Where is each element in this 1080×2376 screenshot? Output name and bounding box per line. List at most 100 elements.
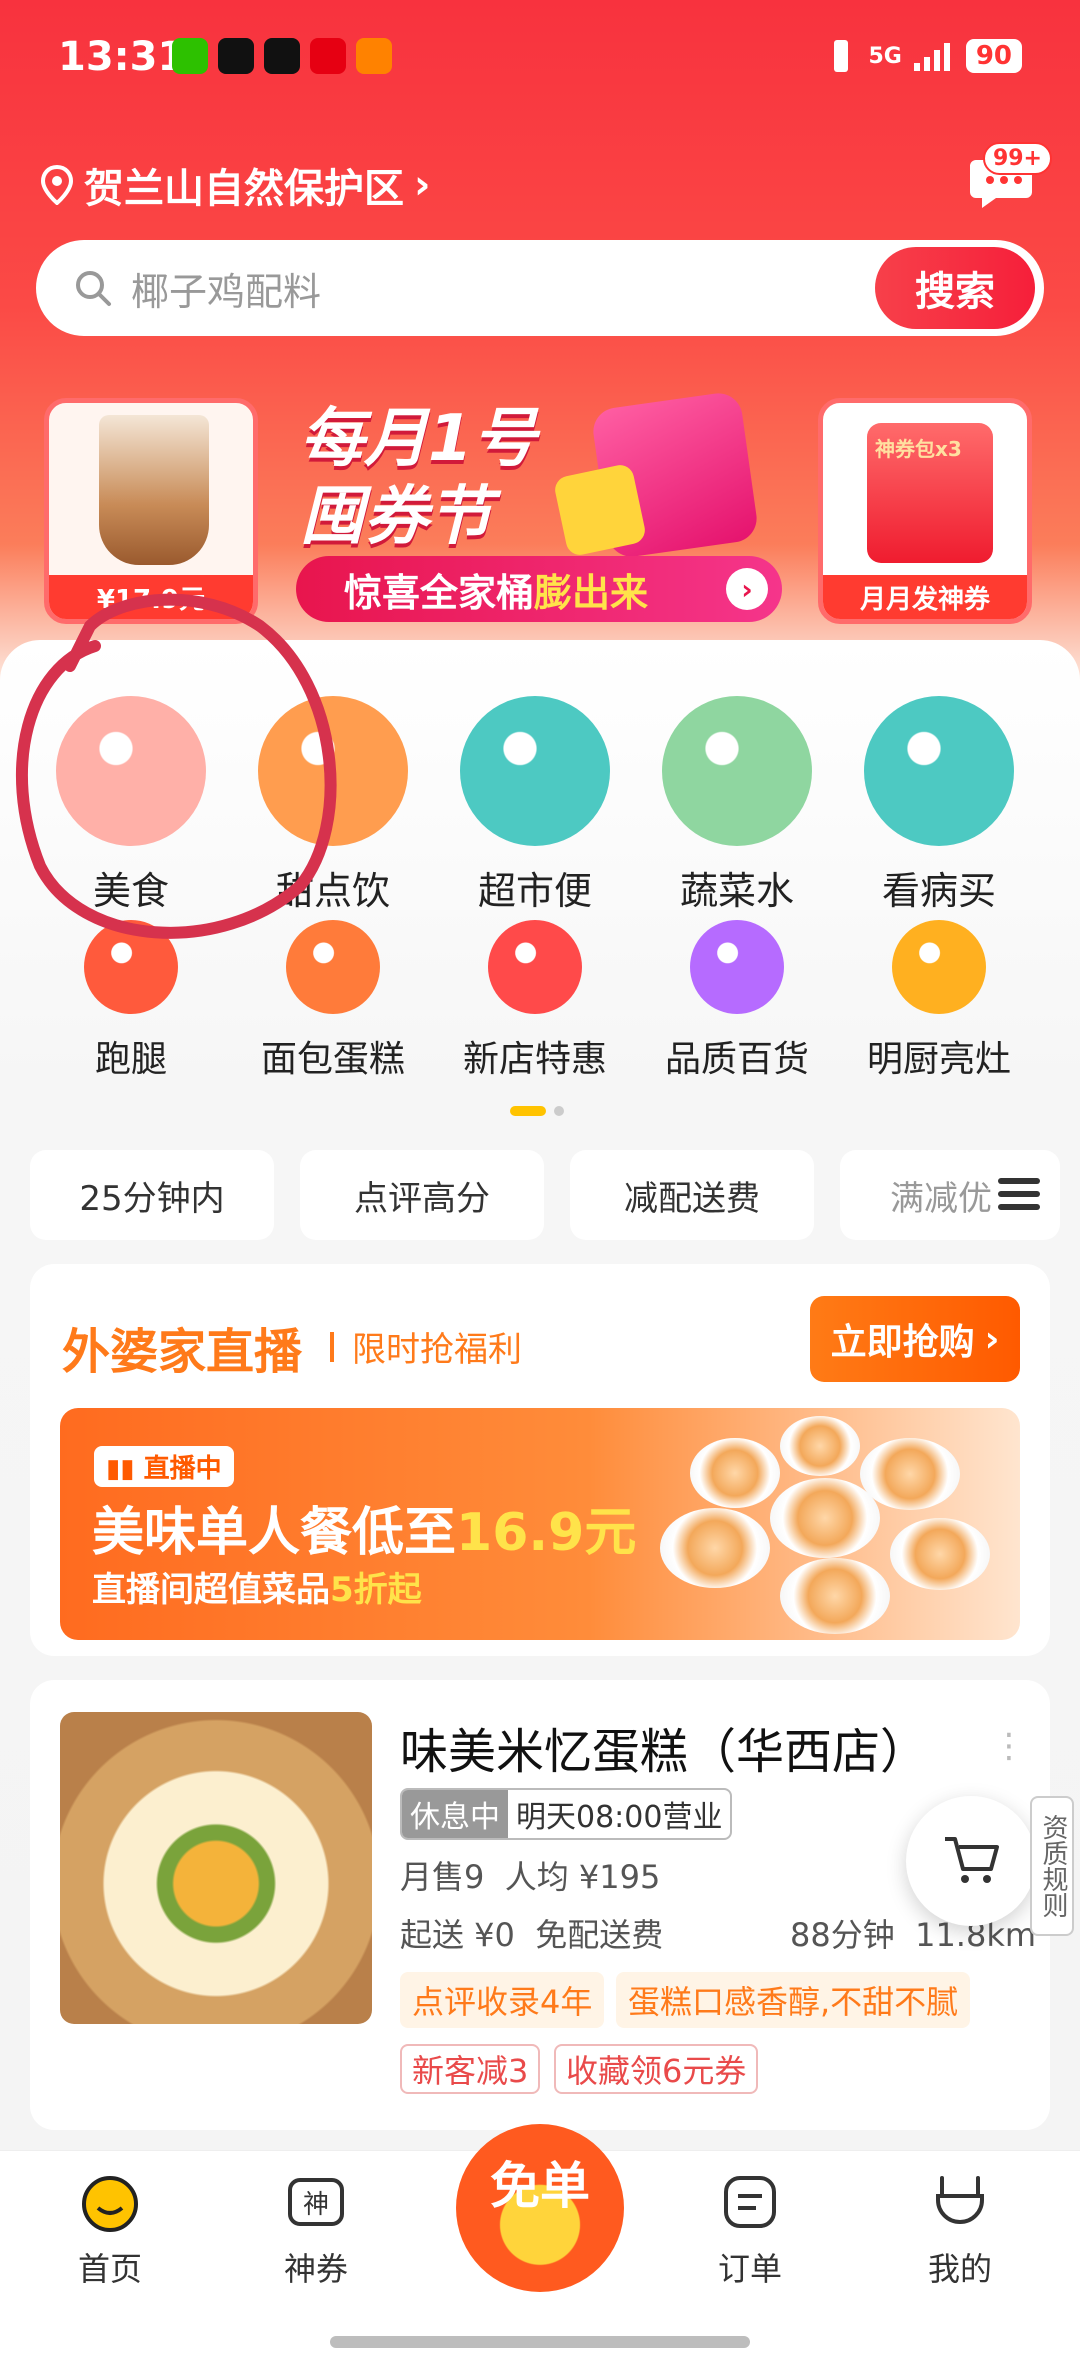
delivery-fee: 免配送费 bbox=[535, 1916, 664, 1954]
category-label: 品质百货 bbox=[664, 1039, 809, 1080]
buy-now-label: 立即抢购 bbox=[830, 1322, 975, 1363]
promo-subtitle-bar[interactable]: 惊喜全家桶 膨出来 › bbox=[296, 556, 782, 622]
filter-chip[interactable]: 减配送费 bbox=[570, 1150, 814, 1240]
category-camera[interactable]: 明厨亮灶 bbox=[864, 920, 1014, 1082]
live-headline-text: 美味单人餐低至 bbox=[92, 1503, 457, 1563]
search-icon bbox=[76, 271, 111, 306]
qualification-rules-link[interactable]: 资质规则 bbox=[1030, 1796, 1074, 1936]
live-badge-text: 直播中 bbox=[143, 1454, 222, 1484]
dish-image bbox=[860, 1438, 960, 1510]
location-name: 贺兰山自然保护区 bbox=[84, 166, 404, 212]
page-dot bbox=[554, 1106, 564, 1116]
weibo-icon bbox=[356, 38, 392, 74]
menu-icon[interactable] bbox=[998, 1176, 1040, 1212]
camera-icon bbox=[892, 920, 986, 1014]
page-indicator bbox=[510, 1106, 564, 1116]
peach-icon bbox=[662, 696, 812, 846]
store-tag: 点评收录4年 bbox=[400, 1972, 605, 2028]
capcut-icon bbox=[264, 38, 300, 74]
union-pay-icon bbox=[310, 38, 346, 74]
coupon-tag[interactable]: 收藏领6元券 bbox=[554, 2044, 759, 2094]
live-subheadline-text: 直播间超值菜品 bbox=[92, 1570, 330, 1610]
buy-now-button[interactable]: 立即抢购 › bbox=[810, 1296, 1020, 1382]
order-icon bbox=[724, 2176, 776, 2228]
battery-level: 90 bbox=[965, 39, 1022, 73]
search-button[interactable]: 搜索 bbox=[875, 247, 1035, 329]
promo-subtitle-text: 惊喜全家桶 bbox=[344, 570, 535, 615]
avg-price: 人均 ¥195 bbox=[504, 1858, 661, 1896]
live-subtitle-text: 限时抢福利 bbox=[352, 1330, 522, 1370]
live-headline: 美味单人餐低至16.9元 bbox=[92, 1490, 636, 1565]
home-indicator[interactable] bbox=[330, 2336, 750, 2348]
promo-title[interactable]: 每月1号 囤券节 bbox=[300, 400, 537, 556]
category-discount-tag[interactable]: 新店特惠 bbox=[460, 920, 610, 1082]
status-app-icons bbox=[172, 38, 392, 74]
free-order-label: 免单 bbox=[490, 2157, 590, 2215]
nav-profile[interactable]: 我的 bbox=[890, 2170, 1030, 2290]
more-options-icon[interactable]: ⋮ bbox=[992, 1726, 1026, 1766]
category-label: 面包蛋糕 bbox=[260, 1039, 405, 1080]
coupon-tag[interactable]: 新客减3 bbox=[400, 2044, 541, 2094]
shopping-basket-icon bbox=[460, 696, 610, 846]
dish-image bbox=[890, 1518, 990, 1590]
arrow-right-icon: › bbox=[726, 568, 768, 610]
cart-icon bbox=[945, 1837, 999, 1883]
red-envelope-image: 神券包x3 bbox=[867, 423, 993, 563]
hand-drawn-circle-annotation bbox=[15, 593, 337, 939]
nav-orders-label: 订单 bbox=[717, 2250, 782, 2288]
search-bar[interactable]: 椰子鸡配料 搜索 bbox=[36, 240, 1044, 336]
filter-chip-label: 满减优 bbox=[890, 1178, 992, 1219]
nav-orders[interactable]: 订单 bbox=[680, 2170, 820, 2290]
category-label: 新店特惠 bbox=[462, 1039, 607, 1080]
promo-title-line1: 每月1号 bbox=[300, 402, 537, 476]
dish-image bbox=[780, 1416, 860, 1476]
nav-coupon-label: 神券 bbox=[283, 2250, 348, 2288]
dish-image bbox=[780, 1558, 890, 1634]
status-right: 5G 90 bbox=[826, 38, 1022, 74]
live-title: 外婆家直播 bbox=[62, 1324, 303, 1380]
page-dot-active bbox=[510, 1106, 546, 1116]
live-subheadline-highlight: 5折起 bbox=[330, 1570, 422, 1610]
tiktok-icon bbox=[218, 38, 254, 74]
dish-image bbox=[660, 1508, 770, 1588]
dish-image bbox=[770, 1478, 880, 1558]
svg-text:神: 神 bbox=[303, 2190, 329, 2220]
live-subtitle: 限时抢福利 bbox=[330, 1322, 522, 1371]
delivery-time: 88分钟 bbox=[790, 1916, 895, 1954]
location-pin-icon bbox=[40, 165, 74, 205]
signal-icon bbox=[913, 43, 950, 71]
cart-button[interactable] bbox=[906, 1796, 1036, 1926]
closed-label: 休息中 bbox=[402, 1790, 508, 1838]
wechat-icon bbox=[172, 38, 208, 74]
coupon-image bbox=[552, 462, 648, 558]
promo-subtitle-highlight: 膨出来 bbox=[534, 570, 649, 615]
monthly-sales: 月售9 bbox=[400, 1858, 485, 1896]
discount-tag-icon bbox=[488, 920, 582, 1014]
nav-home[interactable]: 首页 bbox=[40, 2170, 180, 2290]
filter-chip[interactable]: 点评高分 bbox=[300, 1150, 544, 1240]
store-tag: 蛋糕口感香醇,不甜不腻 bbox=[616, 1972, 971, 2028]
category-shopping-bag[interactable]: 品质百货 bbox=[662, 920, 812, 1082]
coffee-cup-image bbox=[99, 415, 209, 565]
filter-chip[interactable]: 25分钟内 bbox=[30, 1150, 274, 1240]
free-order-button[interactable]: 免单 bbox=[456, 2124, 624, 2292]
delivery-info: 起送 ¥0 免配送费 bbox=[400, 1910, 663, 1956]
store-status: 休息中 明天08:00营业 bbox=[400, 1788, 733, 1840]
min-order: 起送 ¥0 bbox=[400, 1916, 515, 1954]
chevron-right-icon: › bbox=[414, 162, 431, 208]
chevron-right-icon: › bbox=[984, 1318, 1000, 1360]
search-input[interactable]: 椰子鸡配料 bbox=[131, 261, 875, 316]
message-badge: 99+ bbox=[982, 142, 1052, 175]
vibrate-icon bbox=[834, 40, 849, 72]
nav-coupon[interactable]: 神 神券 bbox=[246, 2170, 386, 2290]
location-selector[interactable]: 贺兰山自然保护区 › bbox=[40, 156, 430, 214]
store-name[interactable]: 味美米忆蛋糕（华西店） bbox=[400, 1712, 928, 1782]
home-icon bbox=[82, 2176, 138, 2232]
cake-image[interactable] bbox=[60, 1712, 372, 2024]
open-time-label: 明天08:00营业 bbox=[516, 1800, 723, 1835]
coupon-icon: 神 bbox=[288, 2178, 344, 2226]
coupon-pack-tag: 月月发神券 bbox=[823, 575, 1027, 619]
live-headline-price: 16.9元 bbox=[456, 1503, 637, 1563]
coupon-pack-card[interactable]: 神券包x3 月月发神券 bbox=[818, 398, 1032, 624]
medicine-box-icon bbox=[864, 696, 1014, 846]
